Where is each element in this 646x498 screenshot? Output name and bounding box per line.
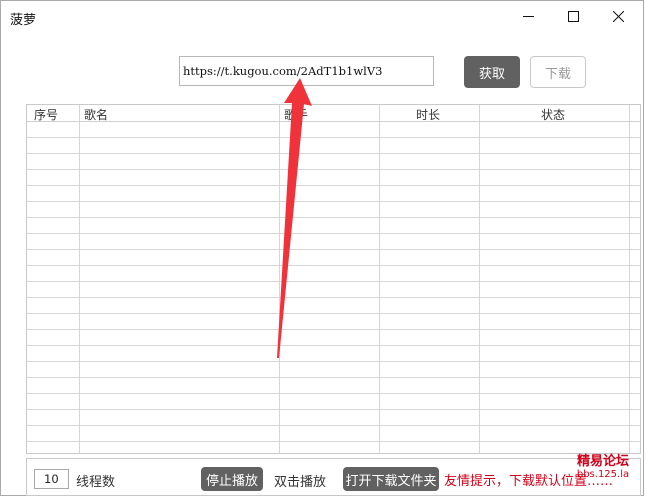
column-header-status[interactable]: 状态 — [541, 106, 565, 123]
column-header-duration[interactable]: 时长 — [416, 106, 440, 123]
watermark: 精易论坛 bbs.125.la — [568, 454, 638, 481]
url-input[interactable]: https://t.kugou.com/2AdT1b1wlV3 — [179, 56, 434, 86]
watermark-url: bbs.125.la — [576, 469, 630, 481]
song-table[interactable]: 序号 歌名 歌手 时长 状态 — [26, 104, 641, 454]
close-button[interactable] — [595, 1, 641, 31]
maximize-button[interactable] — [550, 1, 596, 31]
title-bar: 菠萝 — [1, 1, 643, 31]
close-icon — [612, 10, 624, 22]
minimize-icon — [522, 15, 534, 17]
watermark-title: 精易论坛 — [576, 454, 629, 469]
thread-count-input[interactable]: 10 — [34, 469, 69, 489]
download-button[interactable]: 下载 — [530, 56, 586, 88]
open-download-folder-button[interactable]: 打开下载文件夹 — [343, 467, 439, 491]
fetch-button[interactable]: 获取 — [464, 56, 520, 88]
bottom-bar: 10 线程数 停止播放 双击播放 打开下载文件夹 友情提示，下载默认位置…… — [26, 458, 641, 496]
column-header-index[interactable]: 序号 — [34, 106, 58, 123]
double-click-play-label: 双击播放 — [274, 475, 327, 490]
column-header-artist[interactable]: 歌手 — [284, 106, 308, 123]
window-title: 菠萝 — [10, 13, 37, 28]
column-header-song[interactable]: 歌名 — [84, 106, 108, 123]
table-header: 序号 歌名 歌手 时长 状态 — [27, 105, 640, 122]
stop-play-button[interactable]: 停止播放 — [201, 467, 263, 491]
maximize-icon — [567, 10, 579, 22]
app-window: 菠萝 https://t.kugou.com/2AdT1b1wlV3 获取 下载… — [0, 0, 644, 496]
table-grid-lines — [27, 105, 640, 453]
thread-count-label: 线程数 — [76, 475, 116, 490]
minimize-button[interactable] — [505, 1, 551, 31]
